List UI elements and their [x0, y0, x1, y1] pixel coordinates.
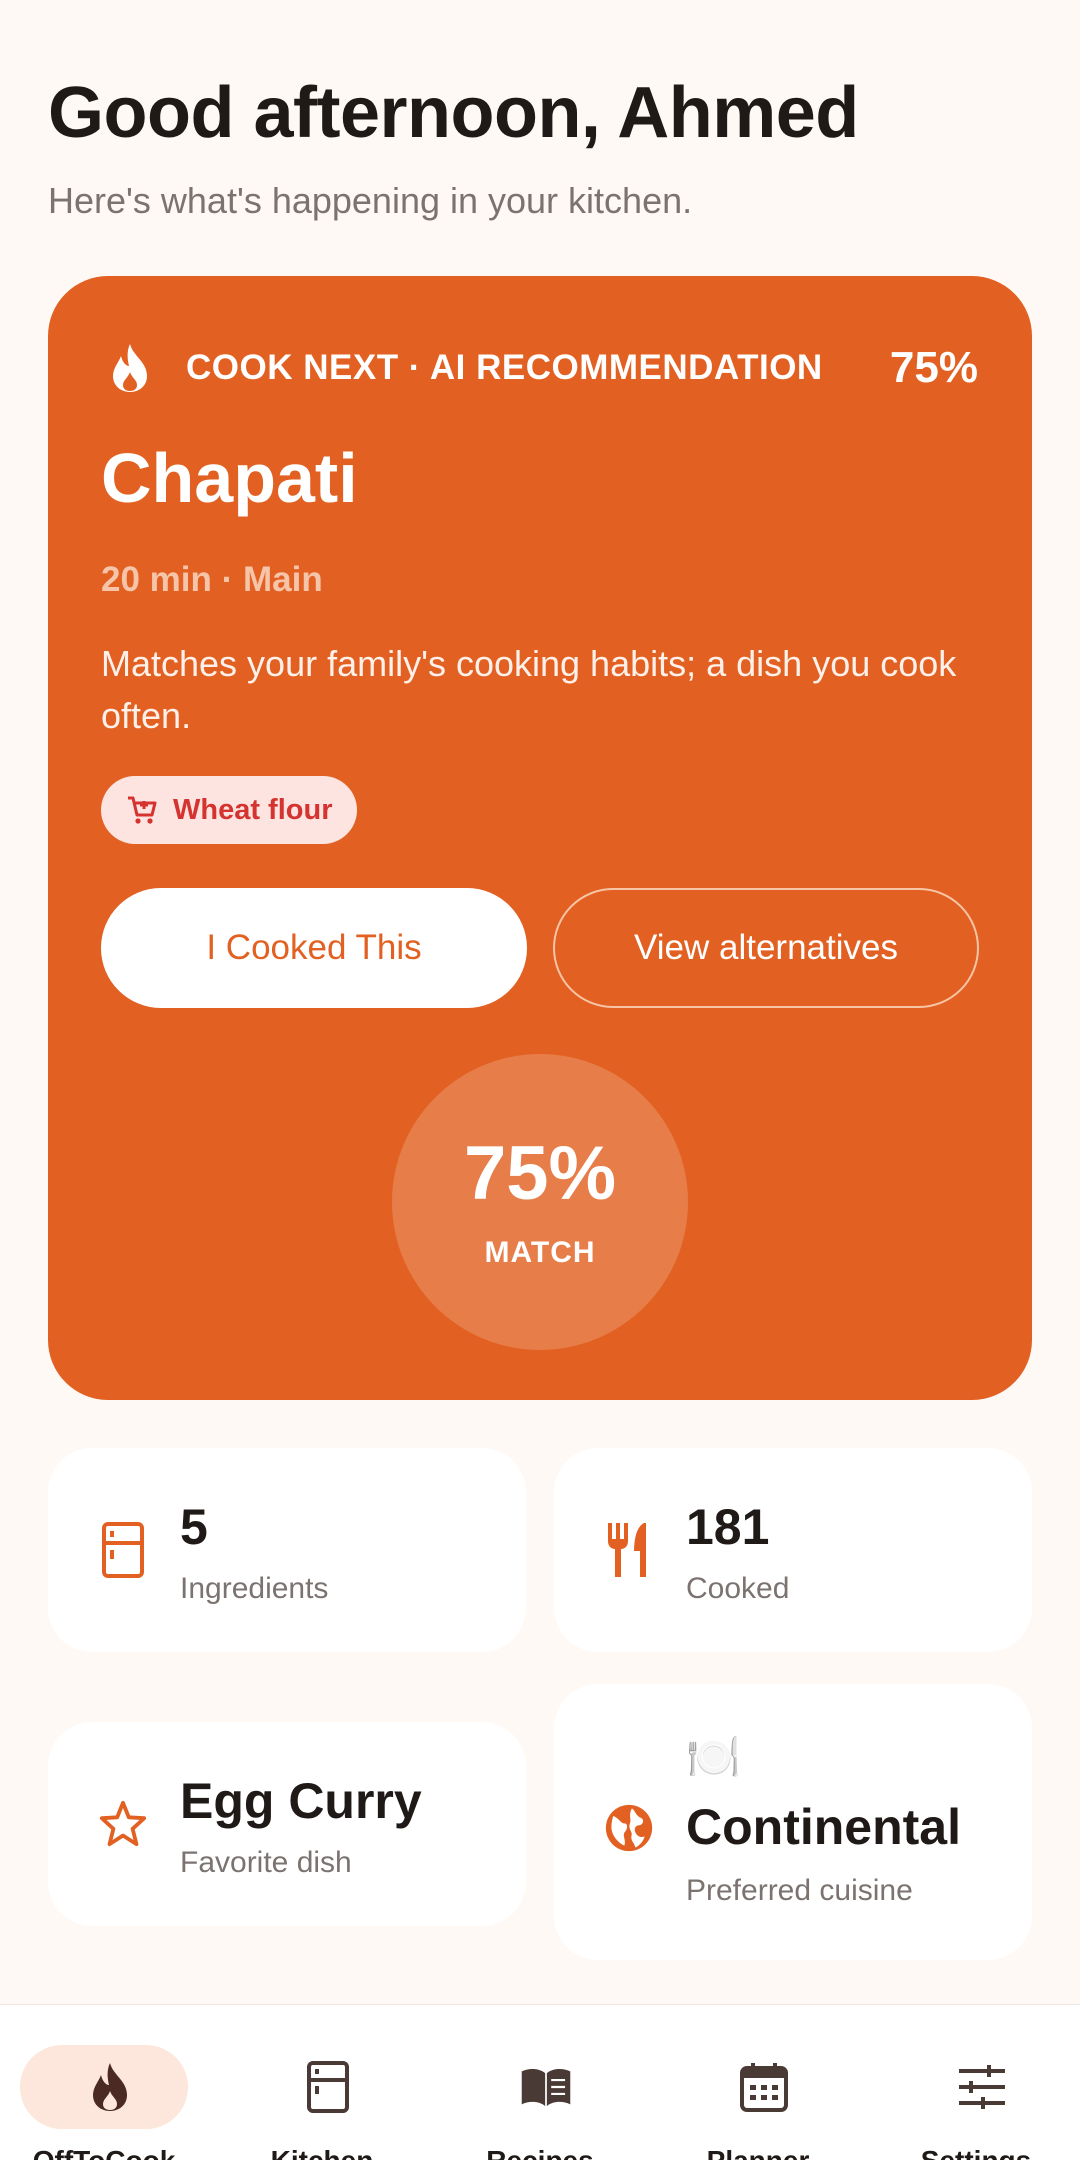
dish-name: Chapati — [101, 439, 358, 517]
missing-ingredient-label: Wheat flour — [173, 793, 333, 826]
cart-icon — [125, 793, 159, 827]
calendar-icon — [738, 2061, 790, 2113]
book-icon — [520, 2061, 572, 2113]
sliders-icon — [956, 2061, 1008, 2113]
recommendation-reason: Matches your family's cooking habits; a … — [101, 643, 957, 736]
match-circle: 75% MATCH — [392, 1054, 688, 1350]
match-value: 75% — [463, 1131, 617, 1216]
nav-item-planner[interactable]: Planner — [654, 2005, 870, 2160]
utensils-icon — [604, 1520, 654, 1580]
bottom-navigation: OffToCook Kitchen Recipes Planner Settin… — [0, 2004, 1080, 2160]
nav-item-settings[interactable]: Settings — [872, 2005, 1080, 2160]
stat-value: 181 — [686, 1499, 770, 1555]
nav-item-kitchen[interactable]: Kitchen — [218, 2005, 434, 2160]
stat-value: Egg Curry — [180, 1773, 422, 1829]
stat-value: 5 — [180, 1499, 208, 1555]
nav-label: Kitchen — [218, 2145, 426, 2160]
nav-label: Recipes — [436, 2145, 644, 2160]
recommendation-percent: 75% — [889, 343, 978, 392]
view-alternatives-button[interactable]: View alternatives — [553, 888, 979, 1008]
globe-icon — [604, 1798, 654, 1858]
nav-label: OffToCook — [0, 2145, 208, 2160]
match-label: MATCH — [484, 1236, 596, 1269]
missing-ingredient-chip[interactable]: Wheat flour — [101, 776, 357, 844]
stat-caption: Favorite dish — [180, 1846, 352, 1879]
greeting-subtitle: Here's what's happening in your kitchen. — [48, 180, 693, 221]
stat-value: Continental — [686, 1799, 961, 1855]
flame-icon — [104, 342, 156, 394]
greeting-title: Good afternoon, Ahmed — [48, 73, 859, 153]
nav-label: Settings — [872, 2145, 1080, 2160]
recommendation-header: COOK NEXT · AI RECOMMENDATION 75% — [104, 332, 978, 404]
cuisine-emoji: 🍽️ — [686, 1733, 741, 1782]
stat-caption: Ingredients — [180, 1572, 329, 1605]
fridge-icon — [98, 1520, 148, 1580]
recommendation-card: COOK NEXT · AI RECOMMENDATION 75% Chapat… — [48, 276, 1032, 1400]
recommendation-label: COOK NEXT · AI RECOMMENDATION — [186, 348, 823, 387]
nav-label: Planner — [654, 2145, 862, 2160]
stat-card-ingredients[interactable]: 5 Ingredients — [48, 1448, 526, 1652]
dish-meta: 20 min · Main — [101, 560, 323, 599]
stat-card-cooked[interactable]: 181 Cooked — [554, 1448, 1032, 1652]
stat-card-favorite[interactable]: Egg Curry Favorite dish — [48, 1722, 526, 1926]
nav-item-offtocook[interactable]: OffToCook — [0, 2005, 216, 2160]
star-icon — [98, 1794, 148, 1854]
stat-card-cuisine[interactable]: 🍽️ Continental Preferred cuisine — [554, 1684, 1032, 1960]
fridge-icon — [302, 2061, 354, 2113]
nav-item-recipes[interactable]: Recipes — [436, 2005, 652, 2160]
stat-caption: Preferred cuisine — [686, 1874, 913, 1907]
cooked-this-button[interactable]: I Cooked This — [101, 888, 527, 1008]
flame-icon — [84, 2061, 136, 2113]
stat-caption: Cooked — [686, 1572, 790, 1605]
